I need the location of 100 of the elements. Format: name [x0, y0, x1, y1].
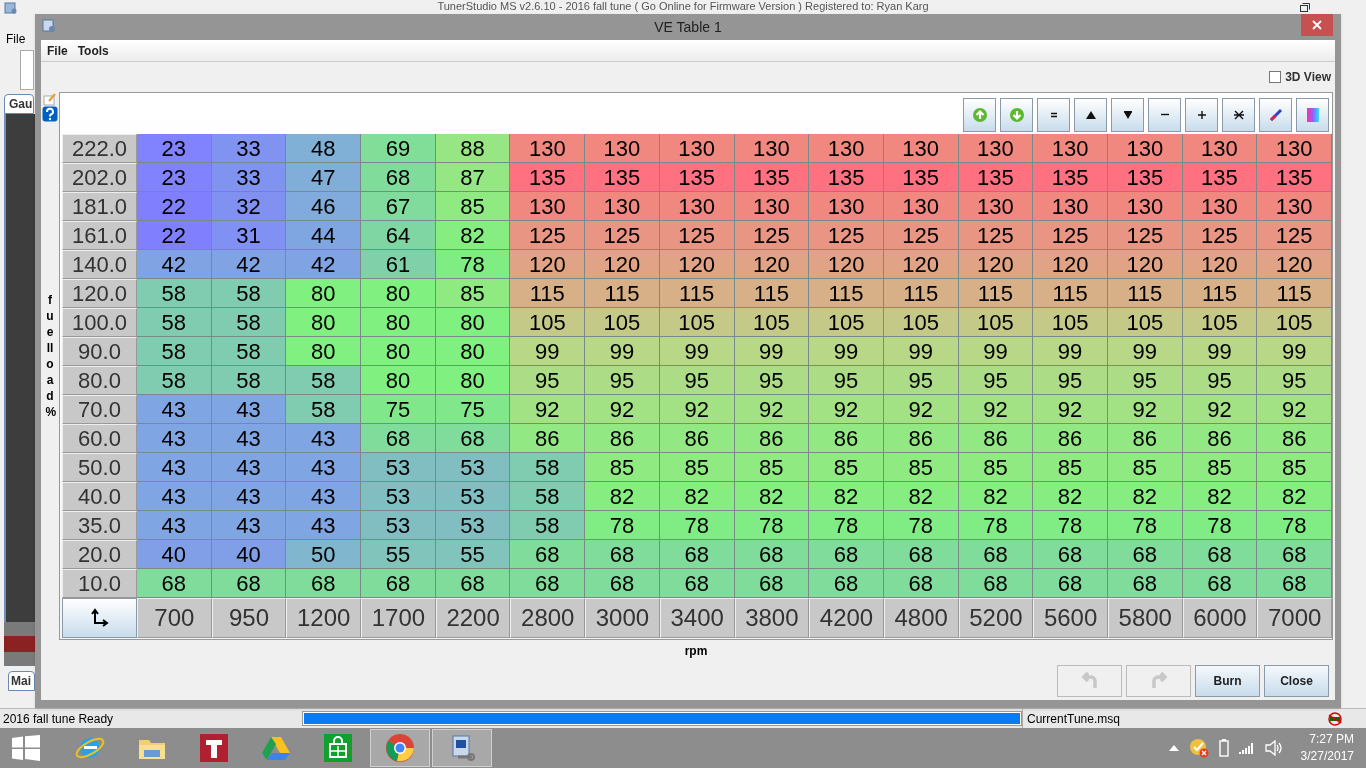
table-cell: 33	[211, 134, 287, 163]
table-cell: 92	[1107, 395, 1183, 424]
swap-axes-button[interactable]	[62, 598, 137, 638]
battery-icon[interactable]	[1218, 739, 1229, 757]
table-cell: 95	[809, 366, 884, 395]
view-3d-checkbox[interactable]: 3D View	[1269, 68, 1331, 86]
flag-alert-icon[interactable]	[1188, 738, 1209, 758]
table-cell: 68	[435, 424, 511, 453]
shopping-bag-tile-icon	[322, 732, 354, 764]
table-cell: 92	[1033, 395, 1108, 424]
taskbar-button[interactable]	[370, 729, 430, 767]
table-cell: 22	[137, 192, 212, 221]
tab[interactable]: Mai	[8, 671, 35, 692]
table-cell: 68	[361, 163, 436, 192]
column-header: 950	[211, 598, 287, 638]
table-cell: 80	[361, 279, 436, 308]
column-header: 4800	[883, 598, 959, 638]
table-cell: 130	[883, 192, 959, 221]
row-header: 120.0	[62, 279, 137, 308]
table-cell: 120	[1107, 250, 1183, 279]
table-cell: 68	[659, 569, 735, 598]
menu-item[interactable]: File	[6, 29, 26, 48]
tab[interactable]: Gau	[4, 93, 34, 114]
column-header: 7000	[1257, 598, 1332, 638]
table-cell: 130	[809, 192, 884, 221]
table-cell: 43	[286, 482, 362, 511]
restore-icon[interactable]	[1300, 3, 1310, 12]
table-cell: 125	[1182, 221, 1258, 250]
table-cell: 95	[585, 366, 660, 395]
signal-icon[interactable]	[1238, 741, 1255, 755]
table-cell: 53	[361, 511, 436, 540]
table-cell: 86	[1107, 424, 1183, 453]
table-cell: 82	[585, 482, 660, 511]
table-cell: 135	[883, 163, 959, 192]
table-cell: 86	[585, 424, 660, 453]
table-cell: 130	[1257, 192, 1332, 221]
table-cell: 43	[286, 424, 362, 453]
table-cell: 82	[435, 221, 511, 250]
table-cell: 130	[510, 192, 586, 221]
table-cell: 125	[1257, 221, 1332, 250]
taskbar-button[interactable]	[432, 729, 492, 767]
table-cell: 68	[1033, 569, 1108, 598]
toolbar-button[interactable]	[1185, 97, 1218, 132]
table-cell: 85	[1182, 453, 1258, 482]
table-cell: 120	[1182, 250, 1258, 279]
table-cell: 58	[211, 366, 287, 395]
toolbar-button[interactable]	[1222, 97, 1255, 132]
table-cell: 58	[510, 453, 586, 482]
toolbar-button[interactable]	[1111, 97, 1144, 132]
table-cell: 53	[435, 482, 511, 511]
table-cell: 105	[659, 308, 735, 337]
table-cell: 105	[510, 308, 586, 337]
close-button[interactable]	[1301, 14, 1333, 36]
table-cell: 82	[809, 482, 884, 511]
table-cell: 67	[361, 192, 436, 221]
volume-icon[interactable]	[1264, 740, 1283, 756]
table-cell: 120	[1257, 250, 1332, 279]
table-cell: 86	[734, 424, 810, 453]
table-cell: 85	[734, 453, 810, 482]
table-cell: 130	[510, 134, 586, 163]
table-cell: 68	[510, 569, 586, 598]
axis-label: rpm	[684, 643, 708, 660]
table-cell: 105	[809, 308, 884, 337]
toolbar-button[interactable]	[1074, 97, 1107, 132]
table-cell: 53	[361, 482, 436, 511]
table-cell: 87	[435, 163, 511, 192]
menu-item[interactable]: File	[47, 41, 68, 60]
table-cell: 130	[883, 134, 959, 163]
table-cell: 68	[1257, 540, 1332, 569]
table-cell: 78	[435, 250, 511, 279]
table-cell: 68	[734, 569, 810, 598]
help-icon[interactable]	[42, 106, 58, 122]
table-cell: 58	[286, 395, 362, 424]
caret-up-icon[interactable]	[1168, 745, 1179, 751]
table-cell: 135	[1257, 163, 1332, 192]
menu-item[interactable]: Tools	[77, 41, 109, 60]
table-cell: 115	[659, 279, 735, 308]
table-cell: 42	[211, 250, 287, 279]
table-cell: 58	[137, 279, 212, 308]
table-cell: 99	[1033, 337, 1108, 366]
table-cell: 82	[1107, 482, 1183, 511]
table-cell: 86	[1257, 424, 1332, 453]
dialog-button[interactable]: Burn	[1195, 665, 1260, 697]
table-cell: 42	[137, 250, 212, 279]
table-cell: 130	[734, 134, 810, 163]
table-cell: 40	[211, 540, 287, 569]
window-title: VE Table 1	[654, 17, 722, 37]
table-cell: 105	[1107, 308, 1183, 337]
table-cell: 130	[734, 192, 810, 221]
table-cell: 85	[659, 453, 735, 482]
windows-start-icon[interactable]	[12, 735, 40, 761]
table-cell: 135	[734, 163, 810, 192]
table-cell: 95	[883, 366, 959, 395]
table-cell: 80	[361, 308, 436, 337]
table-cell: 47	[286, 163, 362, 192]
dialog-button[interactable]: Close	[1264, 665, 1329, 697]
table-cell: 115	[734, 279, 810, 308]
table-cell: 43	[137, 482, 212, 511]
table-cell: 130	[585, 192, 660, 221]
column-header: 6000	[1182, 598, 1258, 638]
